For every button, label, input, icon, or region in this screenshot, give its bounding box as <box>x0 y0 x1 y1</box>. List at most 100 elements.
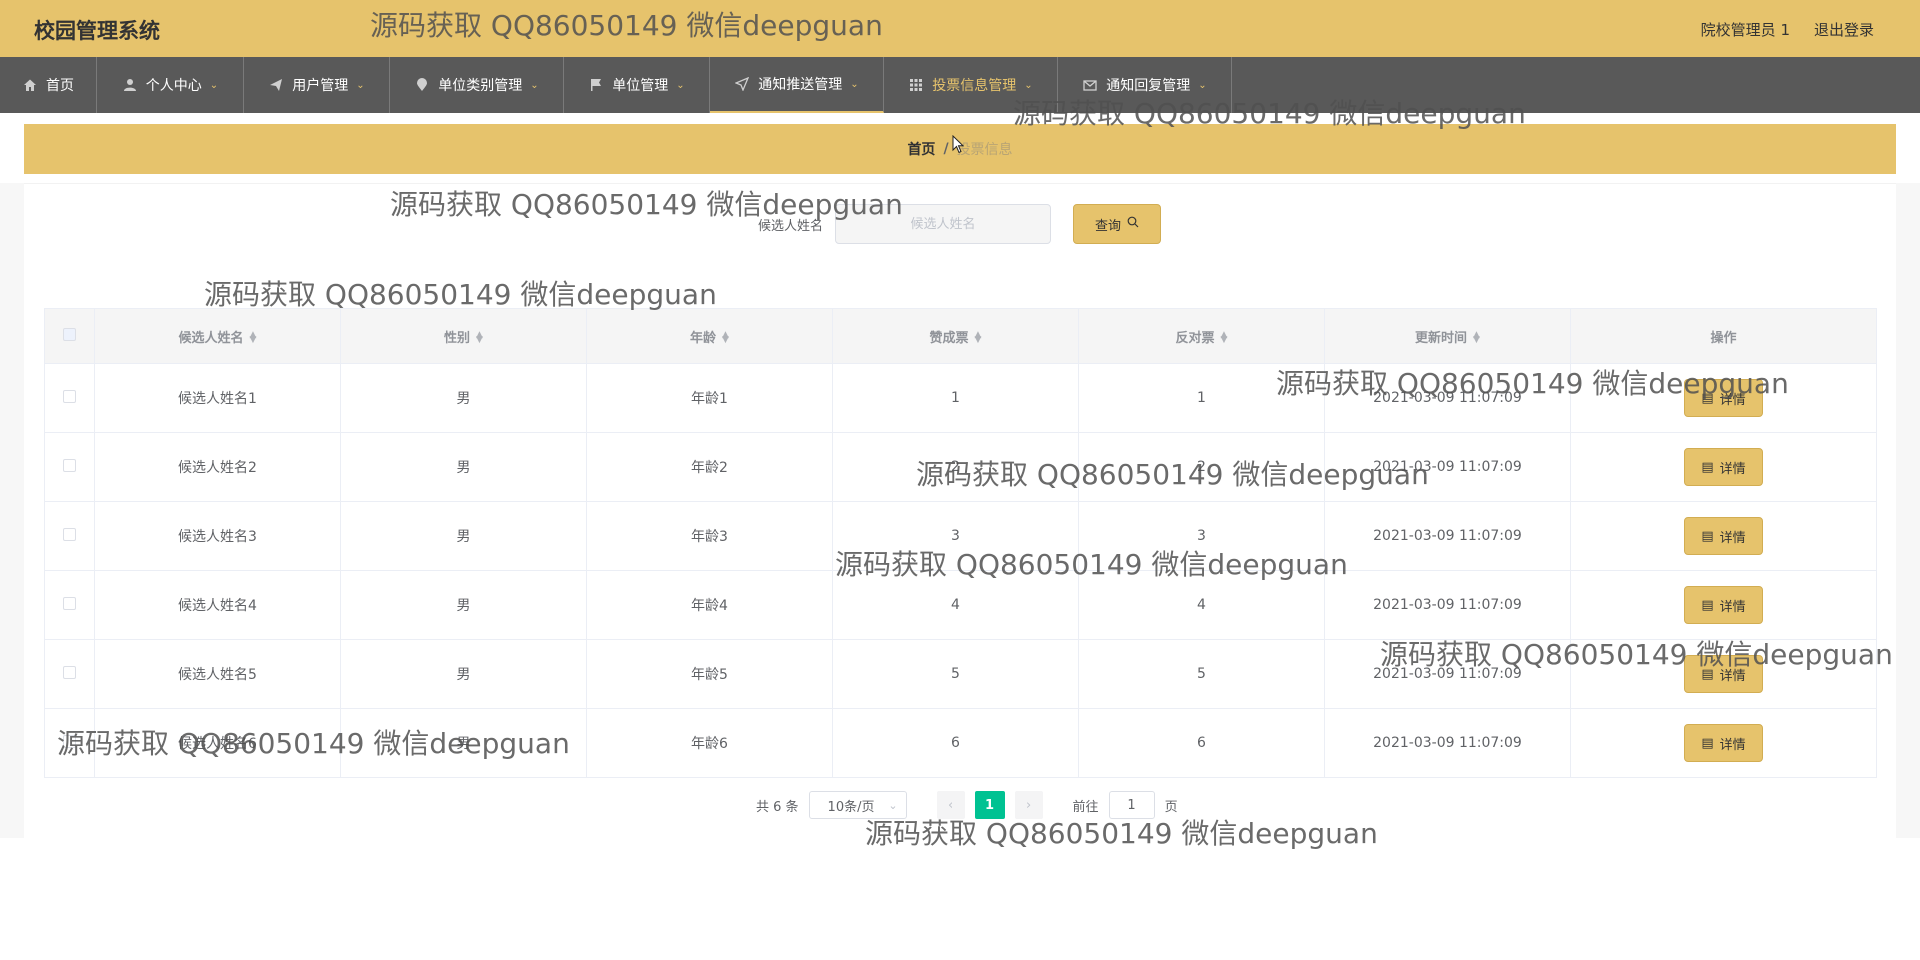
vote-table: 候选人姓名 ▲ ▼ 性别 ▲ ▼ 年龄 ▲ ▼ 赞成票 ▲ ▼ 反对票 ▲ ▼ 更新时间 ▲ ▼ 操作 … <box>44 308 1877 778</box>
goto-suffix: 页 <box>1164 799 1178 815</box>
breadcrumb-home[interactable]: 首页 <box>907 139 935 159</box>
row-checkbox[interactable] <box>63 734 76 748</box>
cell-name: 候选人姓名3 <box>94 501 341 571</box>
table-row: 候选人姓名6 男 年龄6 6 6 2021-03-09 11:07:09 ▤ 详情 <box>44 708 1877 778</box>
search-button[interactable]: 查询 <box>1073 204 1162 244</box>
row-checkbox[interactable] <box>63 527 76 541</box>
main-nav: 首页 个人中心 ⌄ 用户管理 ⌄ 单位类别管理 ⌄ 单位管理 ⌄ 通知推送管理 … <box>0 57 1920 113</box>
nav-vote-info-management[interactable]: 投票信息管理 ⌄ <box>884 57 1058 113</box>
cell-yes-votes: 3 <box>832 501 1079 571</box>
document-icon: ▤ <box>1701 459 1714 475</box>
detail-button[interactable]: ▤ 详情 <box>1684 655 1763 693</box>
nav-unit-category-management[interactable]: 单位类别管理 ⌄ <box>390 57 564 113</box>
breadcrumb-separator: / <box>943 141 949 157</box>
column-header[interactable]: 性别 ▲ ▼ <box>340 308 587 364</box>
cell-yes-votes: 4 <box>832 570 1079 640</box>
row-checkbox[interactable] <box>63 596 76 610</box>
cell-no-votes: 6 <box>1078 708 1325 778</box>
document-icon: ▤ <box>1701 597 1714 613</box>
pagination: 共 6 条 10条/页 ⌄ ‹ 1 › 前往 页 <box>756 791 1178 819</box>
detail-button[interactable]: ▤ 详情 <box>1684 517 1763 555</box>
column-header[interactable]: 更新时间 ▲ ▼ <box>1324 308 1571 364</box>
cell-age: 年龄2 <box>586 432 833 502</box>
nav-unit-management[interactable]: 单位管理 ⌄ <box>564 57 710 113</box>
table-row: 候选人姓名2 男 年龄2 2 2 2021-03-09 11:07:09 ▤ 详情 <box>44 432 1877 502</box>
chevron-down-icon: ⌄ <box>1024 79 1033 91</box>
table-row: 候选人姓名3 男 年龄3 3 3 2021-03-09 11:07:09 ▤ 详情 <box>44 501 1877 571</box>
cell-no-votes: 1 <box>1078 363 1325 433</box>
logout-link[interactable]: 退出登录 <box>1814 19 1874 40</box>
row-checkbox[interactable] <box>63 665 76 679</box>
prev-page-button[interactable]: ‹ <box>936 791 965 819</box>
detail-button[interactable]: ▤ 详情 <box>1684 379 1763 417</box>
nav-personal-center[interactable]: 个人中心 ⌄ <box>97 57 244 113</box>
total-count: 共 6 条 <box>756 799 799 815</box>
column-header[interactable]: 候选人姓名 ▲ ▼ <box>94 308 341 364</box>
nav-notice-push-management[interactable]: 通知推送管理 ⌄ <box>710 57 884 113</box>
cell-age: 年龄1 <box>586 363 833 433</box>
nav-label: 单位类别管理 <box>438 78 523 94</box>
column-header[interactable]: 反对票 ▲ ▼ <box>1078 308 1325 364</box>
cell-no-votes: 5 <box>1078 639 1325 709</box>
send-icon <box>268 77 284 93</box>
sort-icon[interactable]: ▲ ▼ <box>975 331 982 345</box>
cell-updated-time: 2021-03-09 11:07:09 <box>1324 363 1571 433</box>
cell-updated-time: 2021-03-09 11:07:09 <box>1324 639 1571 709</box>
detail-button[interactable]: ▤ 详情 <box>1684 586 1763 624</box>
cell-updated-time: 2021-03-09 11:07:09 <box>1324 570 1571 640</box>
chevron-down-icon: ⌄ <box>676 79 685 91</box>
cell-gender: 男 <box>340 501 587 571</box>
nav-label: 单位管理 <box>612 78 669 94</box>
nav-label: 用户管理 <box>292 78 349 94</box>
search-form: 候选人姓名 查询 <box>758 204 1162 244</box>
nav-label: 首页 <box>46 78 74 94</box>
document-icon: ▤ <box>1701 666 1714 682</box>
row-checkbox[interactable] <box>63 389 76 403</box>
column-header: 操作 <box>1570 308 1877 364</box>
detail-button[interactable]: ▤ 详情 <box>1684 724 1763 762</box>
select-all-checkbox[interactable] <box>63 327 76 341</box>
grid-icon <box>908 77 924 93</box>
chevron-down-icon: ⌄ <box>888 798 898 812</box>
sort-icon[interactable]: ▲ ▼ <box>1473 331 1480 345</box>
nav-home[interactable]: 首页 <box>0 57 97 113</box>
sort-icon[interactable]: ▲ ▼ <box>722 331 729 345</box>
page-number-current[interactable]: 1 <box>974 791 1005 819</box>
column-header[interactable]: 赞成票 ▲ ▼ <box>832 308 1079 364</box>
goto-page-input[interactable] <box>1108 791 1155 819</box>
cell-age: 年龄4 <box>586 570 833 640</box>
cell-updated-time: 2021-03-09 11:07:09 <box>1324 708 1571 778</box>
location-icon <box>414 77 430 93</box>
nav-label: 通知推送管理 <box>758 77 843 93</box>
chevron-down-icon: ⌄ <box>1198 79 1207 91</box>
cell-name: 候选人姓名5 <box>94 639 341 709</box>
table-header-row: 候选人姓名 ▲ ▼ 性别 ▲ ▼ 年龄 ▲ ▼ 赞成票 ▲ ▼ 反对票 ▲ ▼ 更新时间 ▲ ▼ 操作 <box>44 308 1877 364</box>
table-row: 候选人姓名5 男 年龄5 5 5 2021-03-09 11:07:09 ▤ 详情 <box>44 639 1877 709</box>
row-checkbox[interactable] <box>63 458 76 472</box>
current-user[interactable]: 院校管理员 1 <box>1701 19 1790 40</box>
cell-age: 年龄5 <box>586 639 833 709</box>
cell-gender: 男 <box>340 639 587 709</box>
sort-icon[interactable]: ▲ ▼ <box>1221 331 1228 345</box>
document-icon: ▤ <box>1701 390 1714 406</box>
candidate-name-input[interactable] <box>835 204 1052 244</box>
page-size-select[interactable]: 10条/页 ⌄ <box>808 791 907 819</box>
column-header[interactable]: 年龄 ▲ ▼ <box>586 308 833 364</box>
sort-icon[interactable]: ▲ ▼ <box>476 331 483 345</box>
nav-notice-reply-management[interactable]: 通知回复管理 ⌄ <box>1058 57 1232 113</box>
cell-yes-votes: 6 <box>832 708 1079 778</box>
cell-age: 年龄3 <box>586 501 833 571</box>
table-row: 候选人姓名1 男 年龄1 1 1 2021-03-09 11:07:09 ▤ 详情 <box>44 363 1877 433</box>
table-row: 候选人姓名4 男 年龄4 4 4 2021-03-09 11:07:09 ▤ 详情 <box>44 570 1877 640</box>
cell-updated-time: 2021-03-09 11:07:09 <box>1324 501 1571 571</box>
sort-icon[interactable]: ▲ ▼ <box>250 331 257 345</box>
chevron-down-icon: ⌄ <box>530 79 539 91</box>
cell-age: 年龄6 <box>586 708 833 778</box>
nav-user-management[interactable]: 用户管理 ⌄ <box>244 57 390 113</box>
select-all-cell <box>44 308 95 364</box>
nav-label: 通知回复管理 <box>1106 78 1191 94</box>
cell-name: 候选人姓名6 <box>94 708 341 778</box>
chevron-down-icon: ⌄ <box>356 79 365 91</box>
detail-button[interactable]: ▤ 详情 <box>1684 448 1763 486</box>
next-page-button[interactable]: › <box>1014 791 1043 819</box>
